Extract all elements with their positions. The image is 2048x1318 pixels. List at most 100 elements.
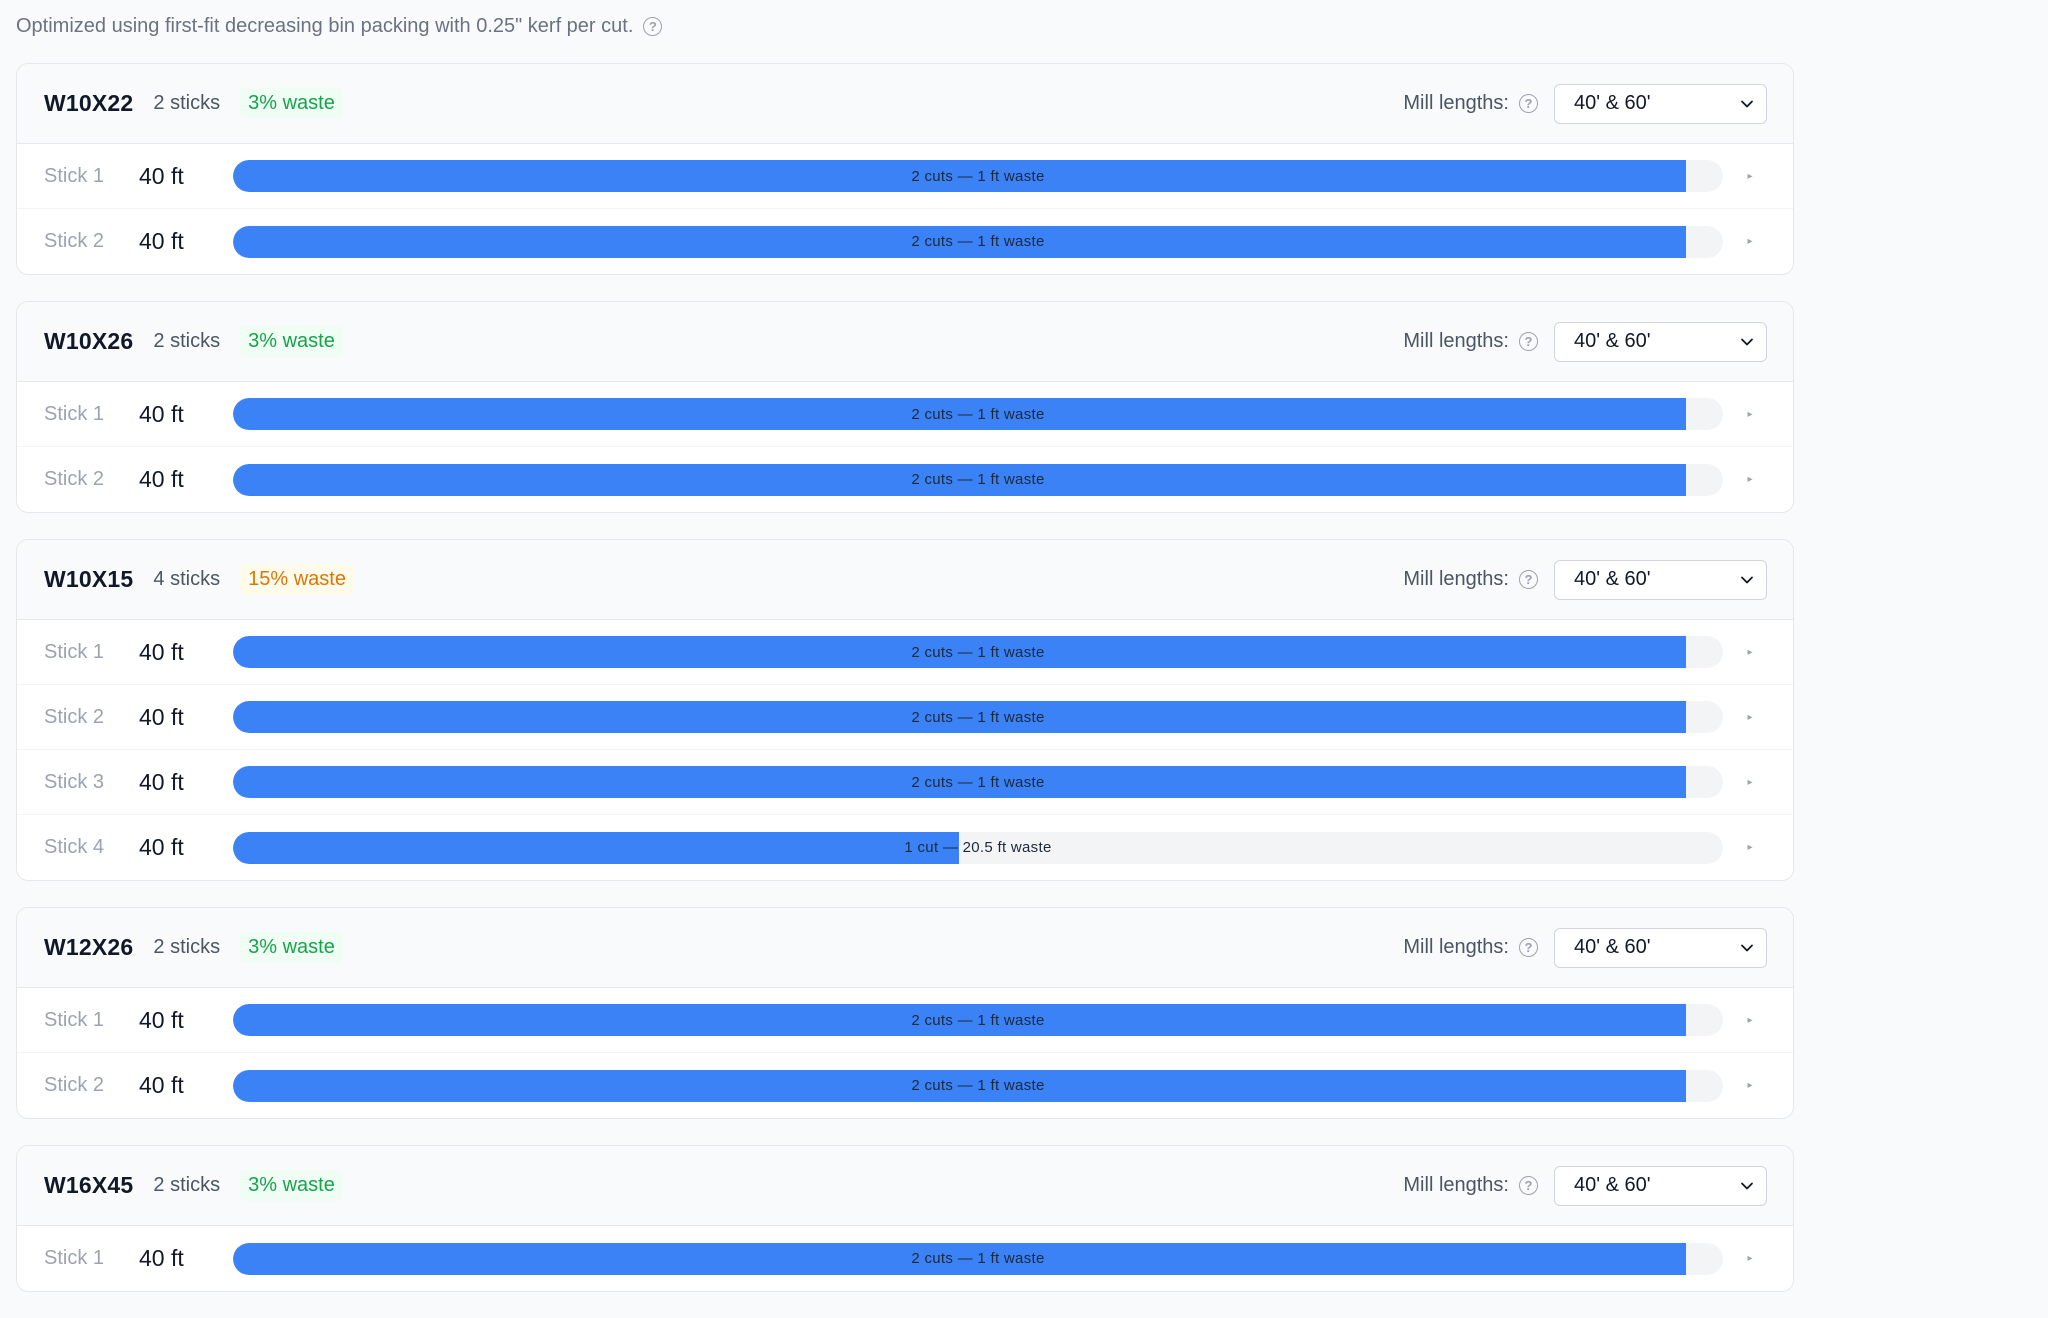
stick-row[interactable]: Stick 2 40 ft 2 cuts — 1 ft waste ▸ [17, 1053, 1793, 1118]
mill-lengths-select[interactable]: 40' & 60' [1554, 83, 1767, 124]
stick-row[interactable]: Stick 1 40 ft 2 cuts — 1 ft waste ▸ [17, 382, 1793, 447]
caret-right-icon[interactable]: ▸ [1745, 236, 1755, 247]
stick-name: Stick 4 [44, 836, 105, 858]
stick-usage-bar[interactable]: 2 cuts — 1 ft waste [233, 1242, 1723, 1275]
stick-row[interactable]: Stick 1 40 ft 2 cuts — 1 ft waste ▸ [17, 1226, 1793, 1291]
help-circle-icon[interactable]: ? [1519, 1176, 1538, 1195]
group-header: W16X45 2 sticks 3% waste Mill lengths: ?… [17, 1146, 1793, 1226]
stick-usage-label: 2 cuts — 1 ft waste [911, 1077, 1045, 1094]
mill-lengths-select[interactable]: 40' & 60' [1554, 321, 1767, 362]
profile-group: W16X45 2 sticks 3% waste Mill lengths: ?… [16, 1145, 1794, 1292]
stick-usage-bar[interactable]: 2 cuts — 1 ft waste [233, 1004, 1723, 1036]
stick-count: 2 sticks [153, 330, 221, 352]
stick-usage-label: 2 cuts — 1 ft waste [911, 167, 1045, 185]
group-header: W10X22 2 sticks 3% waste Mill lengths: ?… [17, 64, 1793, 144]
mill-lengths-value: 40' & 60' [1574, 92, 1651, 114]
stick-usage-label: 2 cuts — 1 ft waste [911, 471, 1045, 488]
stick-name: Stick 1 [44, 164, 105, 187]
caret-right-icon[interactable]: ▸ [1745, 409, 1755, 420]
stick-usage-label: 2 cuts — 1 ft waste [911, 405, 1045, 423]
help-circle-icon[interactable]: ? [1519, 332, 1538, 351]
stick-usage-bar[interactable]: 2 cuts — 1 ft waste [233, 463, 1723, 496]
mill-lengths-value: 40' & 60' [1574, 936, 1651, 958]
stick-length: 40 ft [139, 703, 184, 730]
stick-row[interactable]: Stick 1 40 ft 2 cuts — 1 ft waste ▸ [17, 144, 1793, 209]
stick-count: 2 sticks [153, 936, 221, 958]
stick-usage-label: 2 cuts — 1 ft waste [911, 643, 1045, 661]
profile-name: W10X26 [44, 328, 134, 354]
waste-badge: 15% waste [240, 564, 354, 595]
mill-lengths-select[interactable]: 40' & 60' [1554, 1165, 1767, 1206]
profile-name: W10X22 [44, 90, 134, 116]
stick-usage-bar[interactable]: 2 cuts — 1 ft waste [233, 160, 1723, 192]
profile-name: W16X45 [44, 1172, 134, 1198]
waste-badge: 3% waste [240, 326, 343, 357]
stick-usage-bar[interactable]: 2 cuts — 1 ft waste [233, 766, 1723, 798]
mill-lengths-value: 40' & 60' [1574, 568, 1651, 590]
stick-length: 40 ft [139, 400, 184, 427]
profile-name: W10X15 [44, 566, 134, 592]
caret-right-icon[interactable]: ▸ [1745, 1253, 1755, 1264]
help-circle-icon[interactable]: ? [1519, 570, 1538, 589]
chevron-down-icon [1741, 1182, 1753, 1189]
stick-row[interactable]: Stick 1 40 ft 2 cuts — 1 ft waste ▸ [17, 988, 1793, 1053]
caret-right-icon[interactable]: ▸ [1745, 647, 1755, 658]
help-circle-icon[interactable]: ? [1519, 938, 1538, 957]
caret-right-icon[interactable]: ▸ [1745, 171, 1755, 182]
chevron-down-icon [1741, 100, 1753, 107]
stick-length: 40 ft [139, 1072, 184, 1098]
stick-usage-label: 2 cuts — 1 ft waste [911, 1011, 1045, 1029]
chevron-down-icon [1741, 576, 1753, 583]
stick-name: Stick 1 [44, 1247, 105, 1269]
stick-usage-bar[interactable]: 2 cuts — 1 ft waste [233, 398, 1723, 430]
stick-usage-label: 2 cuts — 1 ft waste [911, 708, 1045, 726]
stick-name: Stick 1 [44, 640, 105, 663]
stick-name: Stick 2 [44, 705, 105, 728]
optimization-info: Optimized using first-fit decreasing bin… [16, 10, 663, 42]
stick-name: Stick 2 [44, 1074, 105, 1096]
stick-usage-bar[interactable]: 2 cuts — 1 ft waste [233, 636, 1723, 668]
group-header: W10X26 2 sticks 3% waste Mill lengths: ?… [17, 302, 1793, 382]
mill-lengths-label: Mill lengths: [1403, 92, 1509, 114]
stick-usage-bar[interactable]: 1 cut — 20.5 ft waste [233, 831, 1723, 864]
cut-list-groups: W10X22 2 sticks 3% waste Mill lengths: ?… [16, 63, 1794, 1318]
stick-usage-bar[interactable]: 2 cuts — 1 ft waste [233, 701, 1723, 733]
caret-right-icon[interactable]: ▸ [1745, 1015, 1755, 1026]
stick-length: 40 ft [139, 162, 184, 189]
chevron-down-icon [1741, 944, 1753, 951]
caret-right-icon[interactable]: ▸ [1745, 1080, 1755, 1091]
stick-length: 40 ft [139, 1006, 184, 1033]
help-circle-icon[interactable]: ? [643, 16, 663, 36]
caret-right-icon[interactable]: ▸ [1745, 777, 1755, 788]
stick-usage-bar[interactable]: 2 cuts — 1 ft waste [233, 225, 1723, 258]
mill-lengths-label: Mill lengths: [1403, 568, 1509, 590]
stick-count: 4 sticks [153, 568, 221, 590]
waste-badge: 3% waste [240, 88, 343, 119]
stick-length: 40 ft [139, 466, 184, 492]
mill-lengths-select[interactable]: 40' & 60' [1554, 559, 1767, 600]
stick-count: 2 sticks [153, 92, 221, 114]
stick-length: 40 ft [139, 768, 184, 795]
stick-length: 40 ft [139, 1245, 184, 1271]
stick-row[interactable]: Stick 2 40 ft 2 cuts — 1 ft waste ▸ [17, 685, 1793, 750]
caret-right-icon[interactable]: ▸ [1745, 474, 1755, 485]
caret-right-icon[interactable]: ▸ [1745, 712, 1755, 723]
waste-badge: 3% waste [240, 932, 343, 963]
group-header: W10X15 4 sticks 15% waste Mill lengths: … [17, 540, 1793, 620]
stick-row[interactable]: Stick 2 40 ft 2 cuts — 1 ft waste ▸ [17, 209, 1793, 274]
help-circle-icon[interactable]: ? [1519, 94, 1538, 113]
stick-row[interactable]: Stick 3 40 ft 2 cuts — 1 ft waste ▸ [17, 750, 1793, 815]
profile-group: W12X26 2 sticks 3% waste Mill lengths: ?… [16, 907, 1794, 1119]
caret-right-icon[interactable]: ▸ [1745, 842, 1755, 853]
mill-lengths-select[interactable]: 40' & 60' [1554, 927, 1767, 968]
mill-lengths-value: 40' & 60' [1574, 330, 1651, 352]
stick-row[interactable]: Stick 4 40 ft 1 cut — 20.5 ft waste ▸ [17, 815, 1793, 880]
stick-count: 2 sticks [153, 1174, 221, 1196]
profile-group: W10X15 4 sticks 15% waste Mill lengths: … [16, 539, 1794, 881]
stick-row[interactable]: Stick 2 40 ft 2 cuts — 1 ft waste ▸ [17, 447, 1793, 512]
profile-name: W12X26 [44, 934, 134, 960]
stick-row[interactable]: Stick 1 40 ft 2 cuts — 1 ft waste ▸ [17, 620, 1793, 685]
stick-name: Stick 2 [44, 468, 105, 490]
stick-name: Stick 3 [44, 770, 105, 793]
stick-usage-bar[interactable]: 2 cuts — 1 ft waste [233, 1069, 1723, 1102]
